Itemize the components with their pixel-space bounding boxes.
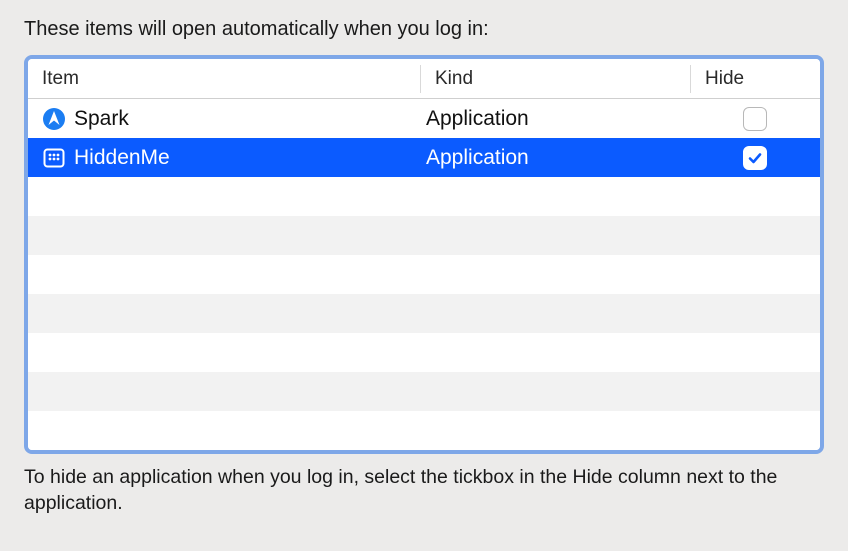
hiddenme-icon — [42, 146, 66, 170]
hide-checkbox[interactable] — [743, 107, 767, 131]
item-name: HiddenMe — [74, 146, 170, 170]
column-header-hide[interactable]: Hide — [690, 65, 820, 93]
checkmark-icon — [747, 150, 763, 166]
kind-cell: Application — [420, 107, 690, 131]
table-row-empty — [28, 294, 820, 333]
column-header-item[interactable]: Item — [28, 65, 420, 93]
item-cell: HiddenMe — [28, 146, 420, 170]
table-row[interactable]: Spark Application — [28, 99, 820, 138]
login-items-panel: These items will open automatically when… — [0, 0, 848, 535]
table-row-empty — [28, 333, 820, 372]
table-row-empty — [28, 372, 820, 411]
item-cell: Spark — [28, 107, 420, 131]
table-row-empty — [28, 177, 820, 216]
table-row-empty — [28, 216, 820, 255]
spark-icon — [42, 107, 66, 131]
table-row[interactable]: HiddenMe Application — [28, 138, 820, 177]
hide-checkbox[interactable] — [743, 146, 767, 170]
table-row-empty — [28, 411, 820, 450]
footer-help-text: To hide an application when you log in, … — [24, 464, 824, 517]
kind-cell: Application — [420, 146, 690, 170]
login-items-table[interactable]: Item Kind Hide Spark Application — [24, 55, 824, 454]
table-row-empty — [28, 255, 820, 294]
panel-heading: These items will open automatically when… — [24, 18, 824, 41]
item-name: Spark — [74, 107, 129, 131]
table-header: Item Kind Hide — [28, 59, 820, 99]
column-header-kind[interactable]: Kind — [420, 65, 690, 93]
